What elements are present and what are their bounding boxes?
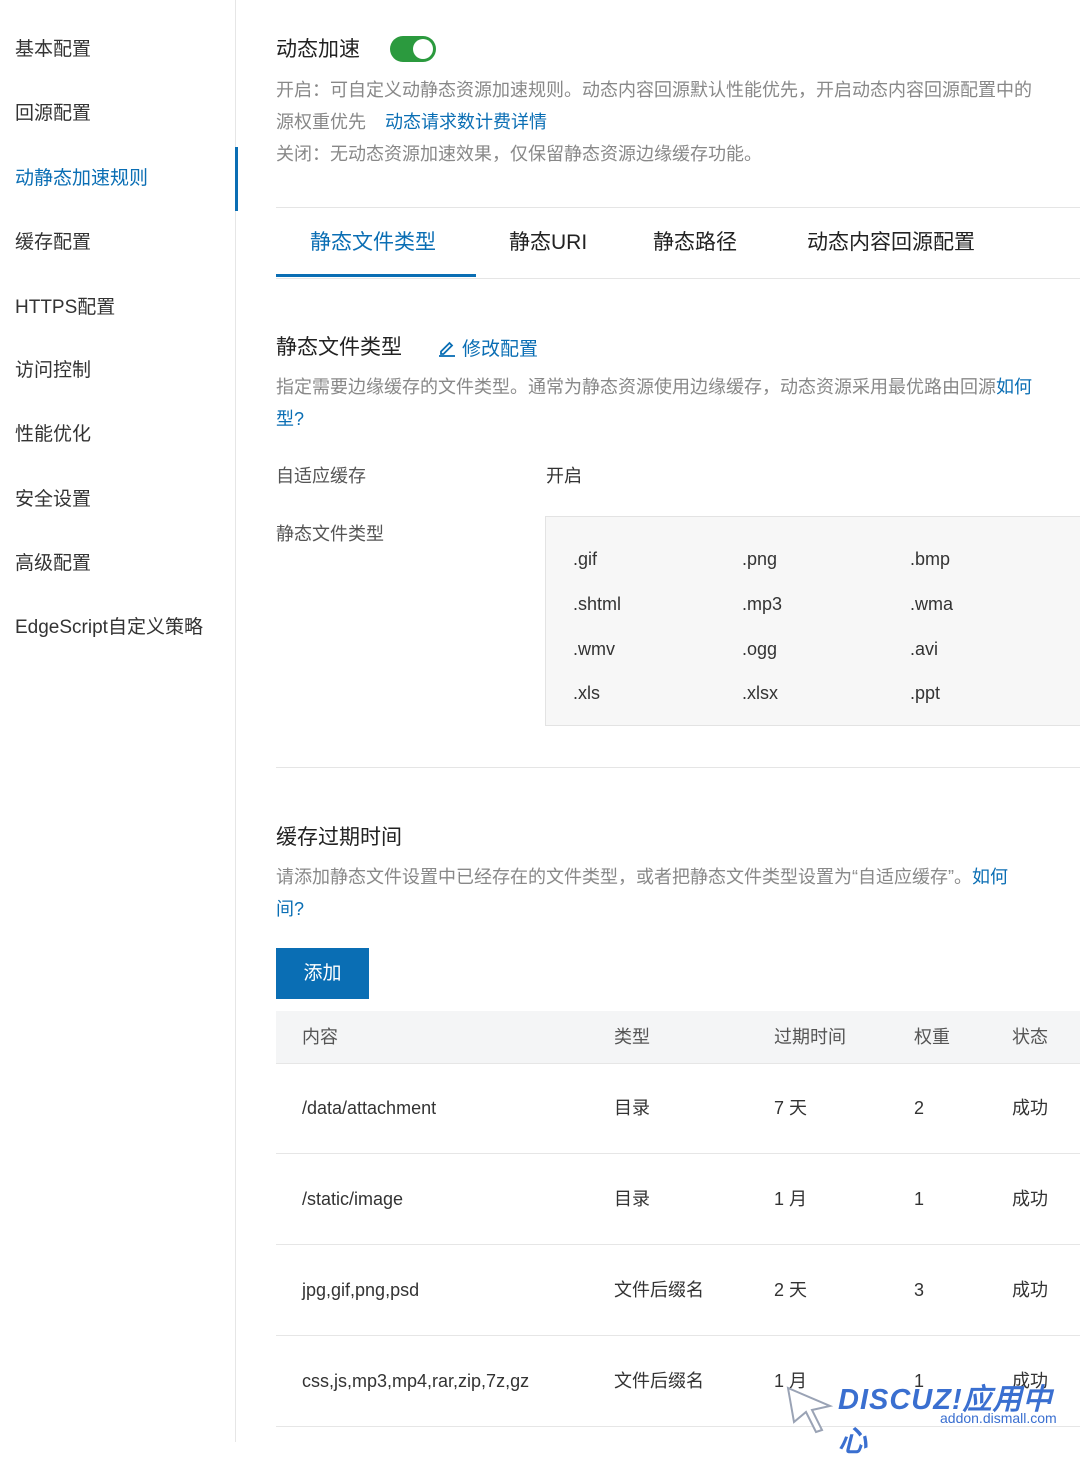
- static-section-title: 静态文件类型: [276, 336, 402, 359]
- cell-expire: 2 天: [774, 1280, 808, 1300]
- accel-desc-off: 关闭：无动态资源加速效果，仅保留静态资源边缘缓存功能。: [276, 144, 762, 164]
- extension-tag: .gif: [573, 549, 598, 569]
- edit-config-label: 修改配置: [462, 339, 539, 360]
- extension-tag: .wmv: [573, 639, 615, 659]
- extension-tag: .shtml: [573, 594, 622, 614]
- adaptive-cache-value: 开启: [546, 466, 582, 486]
- extension-tag: .ppt: [910, 683, 941, 703]
- active-tab-indicator: [276, 274, 476, 277]
- tab-static-path[interactable]: 静态路径: [653, 208, 737, 278]
- pencil-icon: [439, 341, 455, 357]
- table-row: /data/attachment 目录 7 天 2 成功: [276, 1063, 1080, 1154]
- static-help-link[interactable]: 如何: [996, 377, 1032, 397]
- sidebar-item-https[interactable]: HTTPS配置: [0, 276, 236, 340]
- extension-tag: .xls: [573, 683, 600, 703]
- cache-desc-text: 请添加静态文件设置中已经存在的文件类型，或者把静态文件类型设置为“自适应缓存”。: [276, 867, 972, 887]
- tab-static-file-types[interactable]: 静态文件类型: [310, 208, 436, 278]
- static-types-label: 静态文件类型: [276, 524, 384, 544]
- table-row: /static/image 目录 1 月 1 成功: [276, 1154, 1080, 1245]
- cell-status: 成功: [1012, 1098, 1048, 1118]
- static-desc-text: 指定需要边缘缓存的文件类型。通常为静态资源使用边缘缓存，动态资源采用最优路由回源: [276, 377, 996, 397]
- sidebar-item-acceleration-rules[interactable]: 动静态加速规则: [0, 147, 238, 211]
- sidebar-item-advanced[interactable]: 高级配置: [0, 532, 236, 596]
- add-button[interactable]: 添加: [276, 948, 369, 999]
- cache-desc-line1: 请添加静态文件设置中已经存在的文件类型，或者把静态文件类型设置为“自适应缓存”。…: [276, 863, 1008, 889]
- tab-dynamic-origin[interactable]: 动态内容回源配置: [807, 208, 975, 278]
- extensions-box: .gif .png .bmp .shtml .mp3 .wma .wmv .og…: [545, 516, 1080, 726]
- sidebar-item-origin[interactable]: 回源配置: [0, 82, 236, 146]
- cell-type: 目录: [614, 1098, 650, 1118]
- extension-tag: .avi: [910, 639, 939, 659]
- sidebar-item-access-control[interactable]: 访问控制: [0, 339, 236, 403]
- cell-content: /data/attachment: [302, 1098, 437, 1118]
- column-header-content: 内容: [302, 1027, 338, 1047]
- cursor-arrow-icon: [786, 1386, 834, 1434]
- divider: [276, 767, 1080, 768]
- watermark: DISCUZ!应用中心 addon.dismall.com: [786, 1374, 1076, 1458]
- sidebar: 基本配置 回源配置 动静态加速规则 缓存配置 HTTPS配置 访问控制 性能优化…: [0, 0, 238, 1442]
- watermark-url: addon.dismall.com: [940, 1410, 1057, 1426]
- tab-static-uri[interactable]: 静态URI: [509, 208, 587, 278]
- cell-status: 成功: [1012, 1280, 1048, 1300]
- cache-help-link-cont[interactable]: 间?: [276, 895, 304, 921]
- accel-desc-weight: 源权重优先: [276, 112, 366, 132]
- toggle-knob: [413, 39, 433, 59]
- column-header-type: 类型: [614, 1027, 650, 1047]
- main-content: 动态加速 开启：可自定义动静态资源加速规则。动态内容回源默认性能优先，开启动态内…: [276, 0, 1080, 1442]
- cell-status: 成功: [1012, 1189, 1048, 1209]
- cell-expire: 1 月: [774, 1189, 808, 1209]
- column-header-status: 状态: [1012, 1027, 1048, 1047]
- cache-help-link[interactable]: 如何: [972, 867, 1008, 887]
- accel-desc-line2: 源权重优先 动态请求数计费详情: [276, 108, 547, 134]
- cell-content: /static/image: [302, 1189, 404, 1209]
- accel-desc-on: 开启：可自定义动静态资源加速规则。动态内容回源默认性能优先，开启动态内容回源配置…: [276, 80, 1032, 100]
- cell-weight: 3: [914, 1280, 925, 1300]
- edit-config-button[interactable]: 修改配置: [438, 334, 538, 361]
- extension-tag: .wma: [910, 594, 954, 614]
- table-row: jpg,gif,png,psd 文件后缀名 2 天 3 成功: [276, 1245, 1080, 1336]
- sidebar-item-edgescript[interactable]: EdgeScript自定义策略: [0, 596, 236, 660]
- extension-tag: .png: [742, 549, 778, 569]
- sidebar-item-basic[interactable]: 基本配置: [0, 18, 236, 82]
- column-header-expire: 过期时间: [774, 1027, 846, 1047]
- dynamic-accel-title: 动态加速: [276, 38, 360, 61]
- rule-tabs: 静态文件类型 静态URI 静态路径 动态内容回源配置: [276, 208, 1080, 279]
- cell-expire: 7 天: [774, 1098, 808, 1118]
- cell-content: jpg,gif,png,psd: [302, 1280, 420, 1300]
- cell-weight: 1: [914, 1189, 925, 1209]
- extension-tag: .mp3: [742, 594, 783, 614]
- static-help-link-cont[interactable]: 型?: [276, 405, 304, 431]
- sidebar-item-performance[interactable]: 性能优化: [0, 403, 236, 467]
- billing-details-link[interactable]: 动态请求数计费详情: [385, 112, 547, 132]
- static-desc-line1: 指定需要边缘缓存的文件类型。通常为静态资源使用边缘缓存，动态资源采用最优路由回源…: [276, 373, 1032, 399]
- extension-tag: .ogg: [742, 639, 778, 659]
- dynamic-accel-toggle[interactable]: [390, 36, 436, 62]
- sidebar-item-cache[interactable]: 缓存配置: [0, 211, 236, 275]
- cell-weight: 2: [914, 1098, 925, 1118]
- cell-type: 文件后缀名: [614, 1280, 704, 1300]
- column-header-weight: 权重: [914, 1027, 950, 1047]
- extension-tag: .xlsx: [742, 683, 778, 703]
- table-header: 内容 类型 过期时间 权重 状态: [276, 1011, 1080, 1064]
- adaptive-cache-label: 自适应缓存: [276, 466, 366, 486]
- cell-type: 目录: [614, 1189, 650, 1209]
- extension-tag: .bmp: [910, 549, 951, 569]
- sidebar-item-security[interactable]: 安全设置: [0, 468, 236, 532]
- cell-content: css,js,mp3,mp4,rar,zip,7z,gz: [302, 1371, 530, 1391]
- cell-type: 文件后缀名: [614, 1371, 704, 1391]
- cache-section-title: 缓存过期时间: [276, 826, 402, 849]
